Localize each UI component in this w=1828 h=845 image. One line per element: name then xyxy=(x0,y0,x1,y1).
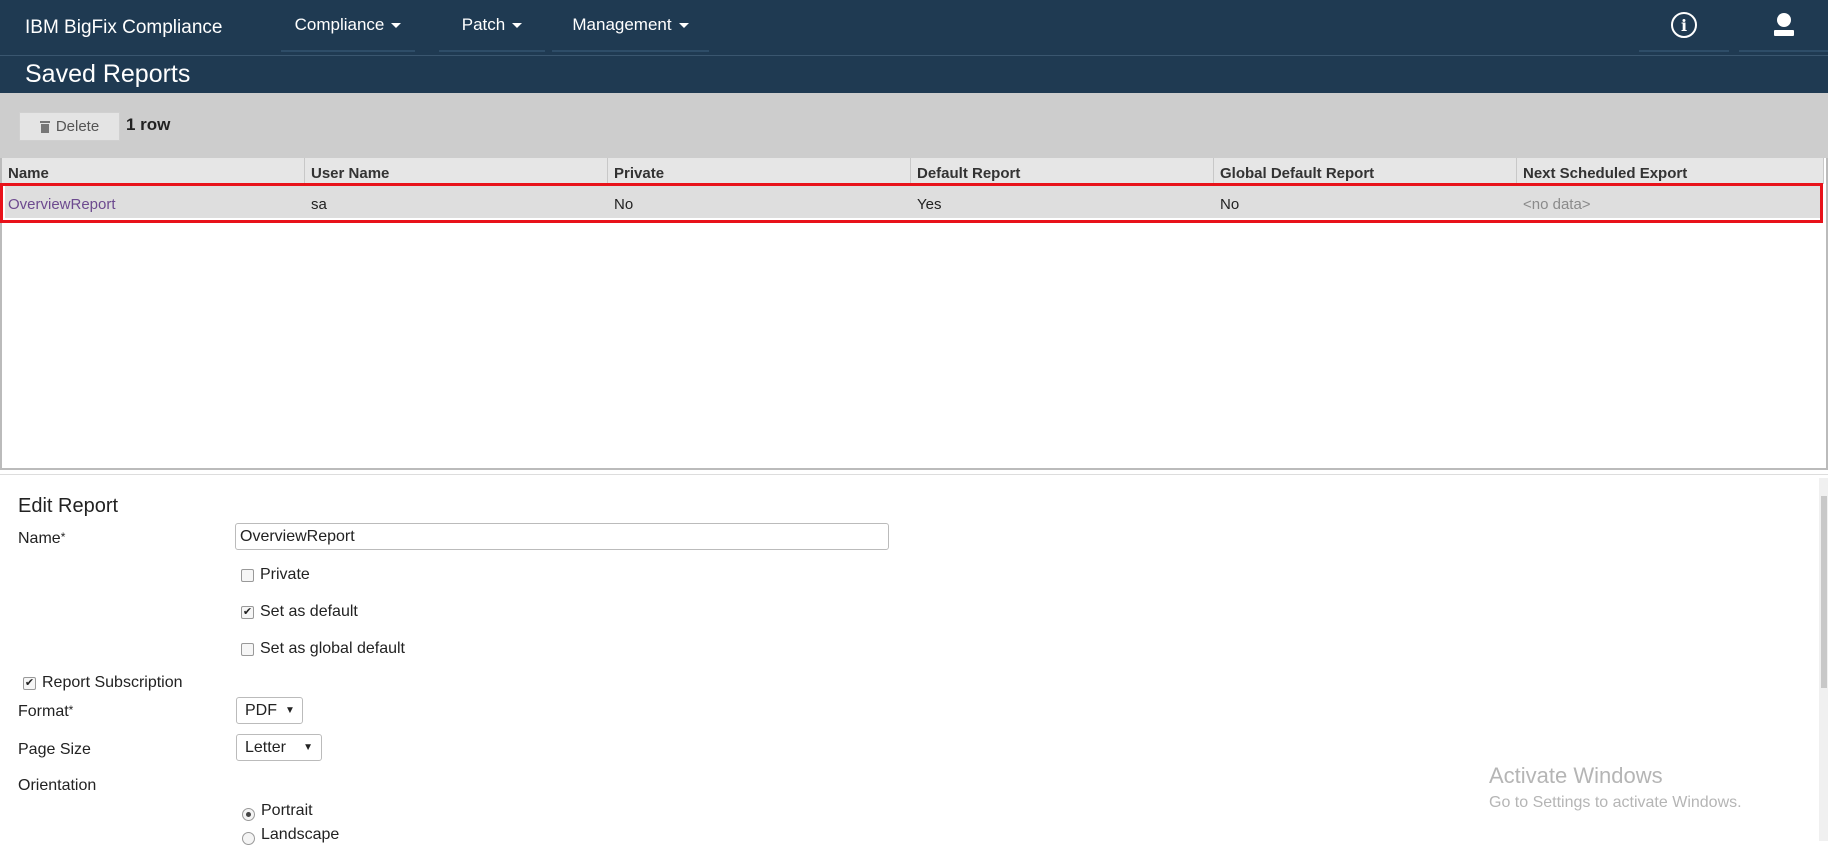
dropdown-arrow-icon: ▼ xyxy=(303,742,313,753)
user-button[interactable] xyxy=(1739,0,1828,52)
required-mark: * xyxy=(60,530,66,544)
orientation-landscape-radio[interactable] xyxy=(242,832,255,845)
page-title: Saved Reports xyxy=(25,60,191,88)
page-size-label: Page Size xyxy=(18,741,91,758)
orientation-label: Orientation xyxy=(18,777,97,794)
format-select-value: PDF xyxy=(245,701,277,719)
column-header-next-scheduled-export[interactable]: Next Scheduled Export xyxy=(1517,158,1824,184)
row-highlight-box xyxy=(0,183,1823,223)
activate-windows-title: Activate Windows xyxy=(1489,763,1663,788)
private-label: Private xyxy=(260,566,310,583)
menu-compliance[interactable]: Compliance xyxy=(281,0,415,52)
grid-header: Name User Name Private Default Report Gl… xyxy=(2,158,1824,184)
top-nav-bar: IBM BigFix Compliance Compliance Patch M… xyxy=(0,0,1828,55)
set-global-default-checkbox[interactable] xyxy=(241,643,254,656)
report-name-input[interactable] xyxy=(235,523,889,550)
format-label: Format* xyxy=(18,703,73,721)
menu-patch-label: Patch xyxy=(461,15,506,34)
column-header-user-name[interactable]: User Name xyxy=(305,158,608,184)
page-size-select-value: Letter xyxy=(245,738,286,756)
required-mark: * xyxy=(68,703,74,717)
trash-icon xyxy=(39,120,50,133)
name-label-text: Name xyxy=(18,530,61,547)
info-icon: i xyxy=(1671,12,1697,38)
private-checkbox[interactable] xyxy=(241,569,254,582)
caret-down-icon xyxy=(512,22,523,28)
scrollbar-thumb[interactable] xyxy=(1821,496,1827,688)
menu-patch[interactable]: Patch xyxy=(439,0,545,52)
activate-windows-subtitle: Go to Settings to activate Windows. xyxy=(1489,794,1742,811)
menu-management-label: Management xyxy=(572,15,672,34)
delete-button[interactable]: Delete xyxy=(19,112,120,141)
set-default-label: Set as default xyxy=(260,603,358,620)
brand-title[interactable]: IBM BigFix Compliance xyxy=(25,17,222,39)
user-icon xyxy=(1773,13,1794,36)
menu-compliance-label: Compliance xyxy=(294,15,385,34)
report-subscription-label: Report Subscription xyxy=(42,674,183,691)
row-count: 1 row xyxy=(126,115,171,134)
page-size-select[interactable]: Letter ▼ xyxy=(236,734,322,761)
set-default-checkbox[interactable]: ✔ xyxy=(241,606,254,619)
menu-management[interactable]: Management xyxy=(552,0,709,52)
page-title-bar: Saved Reports xyxy=(0,55,1828,93)
grid-toolbar: Delete 1 row xyxy=(0,93,1828,158)
name-label: Name* xyxy=(18,530,65,548)
orientation-portrait-radio[interactable] xyxy=(242,808,255,821)
edit-report-title: Edit Report xyxy=(18,495,119,517)
column-header-global-default-report[interactable]: Global Default Report xyxy=(1214,158,1517,184)
orientation-landscape-label: Landscape xyxy=(261,826,340,843)
caret-down-icon xyxy=(391,22,402,28)
format-label-text: Format xyxy=(18,703,69,720)
info-button[interactable]: i xyxy=(1639,0,1729,52)
set-global-default-label: Set as global default xyxy=(260,640,405,657)
orientation-portrait-label: Portrait xyxy=(261,802,313,819)
format-select[interactable]: PDF ▼ xyxy=(236,697,303,724)
report-subscription-checkbox[interactable]: ✔ xyxy=(23,677,36,690)
column-header-default-report[interactable]: Default Report xyxy=(911,158,1214,184)
caret-down-icon xyxy=(678,22,689,28)
column-header-name[interactable]: Name xyxy=(2,158,305,184)
dropdown-arrow-icon: ▼ xyxy=(285,705,295,716)
column-header-private[interactable]: Private xyxy=(608,158,911,184)
delete-button-label: Delete xyxy=(55,118,100,135)
